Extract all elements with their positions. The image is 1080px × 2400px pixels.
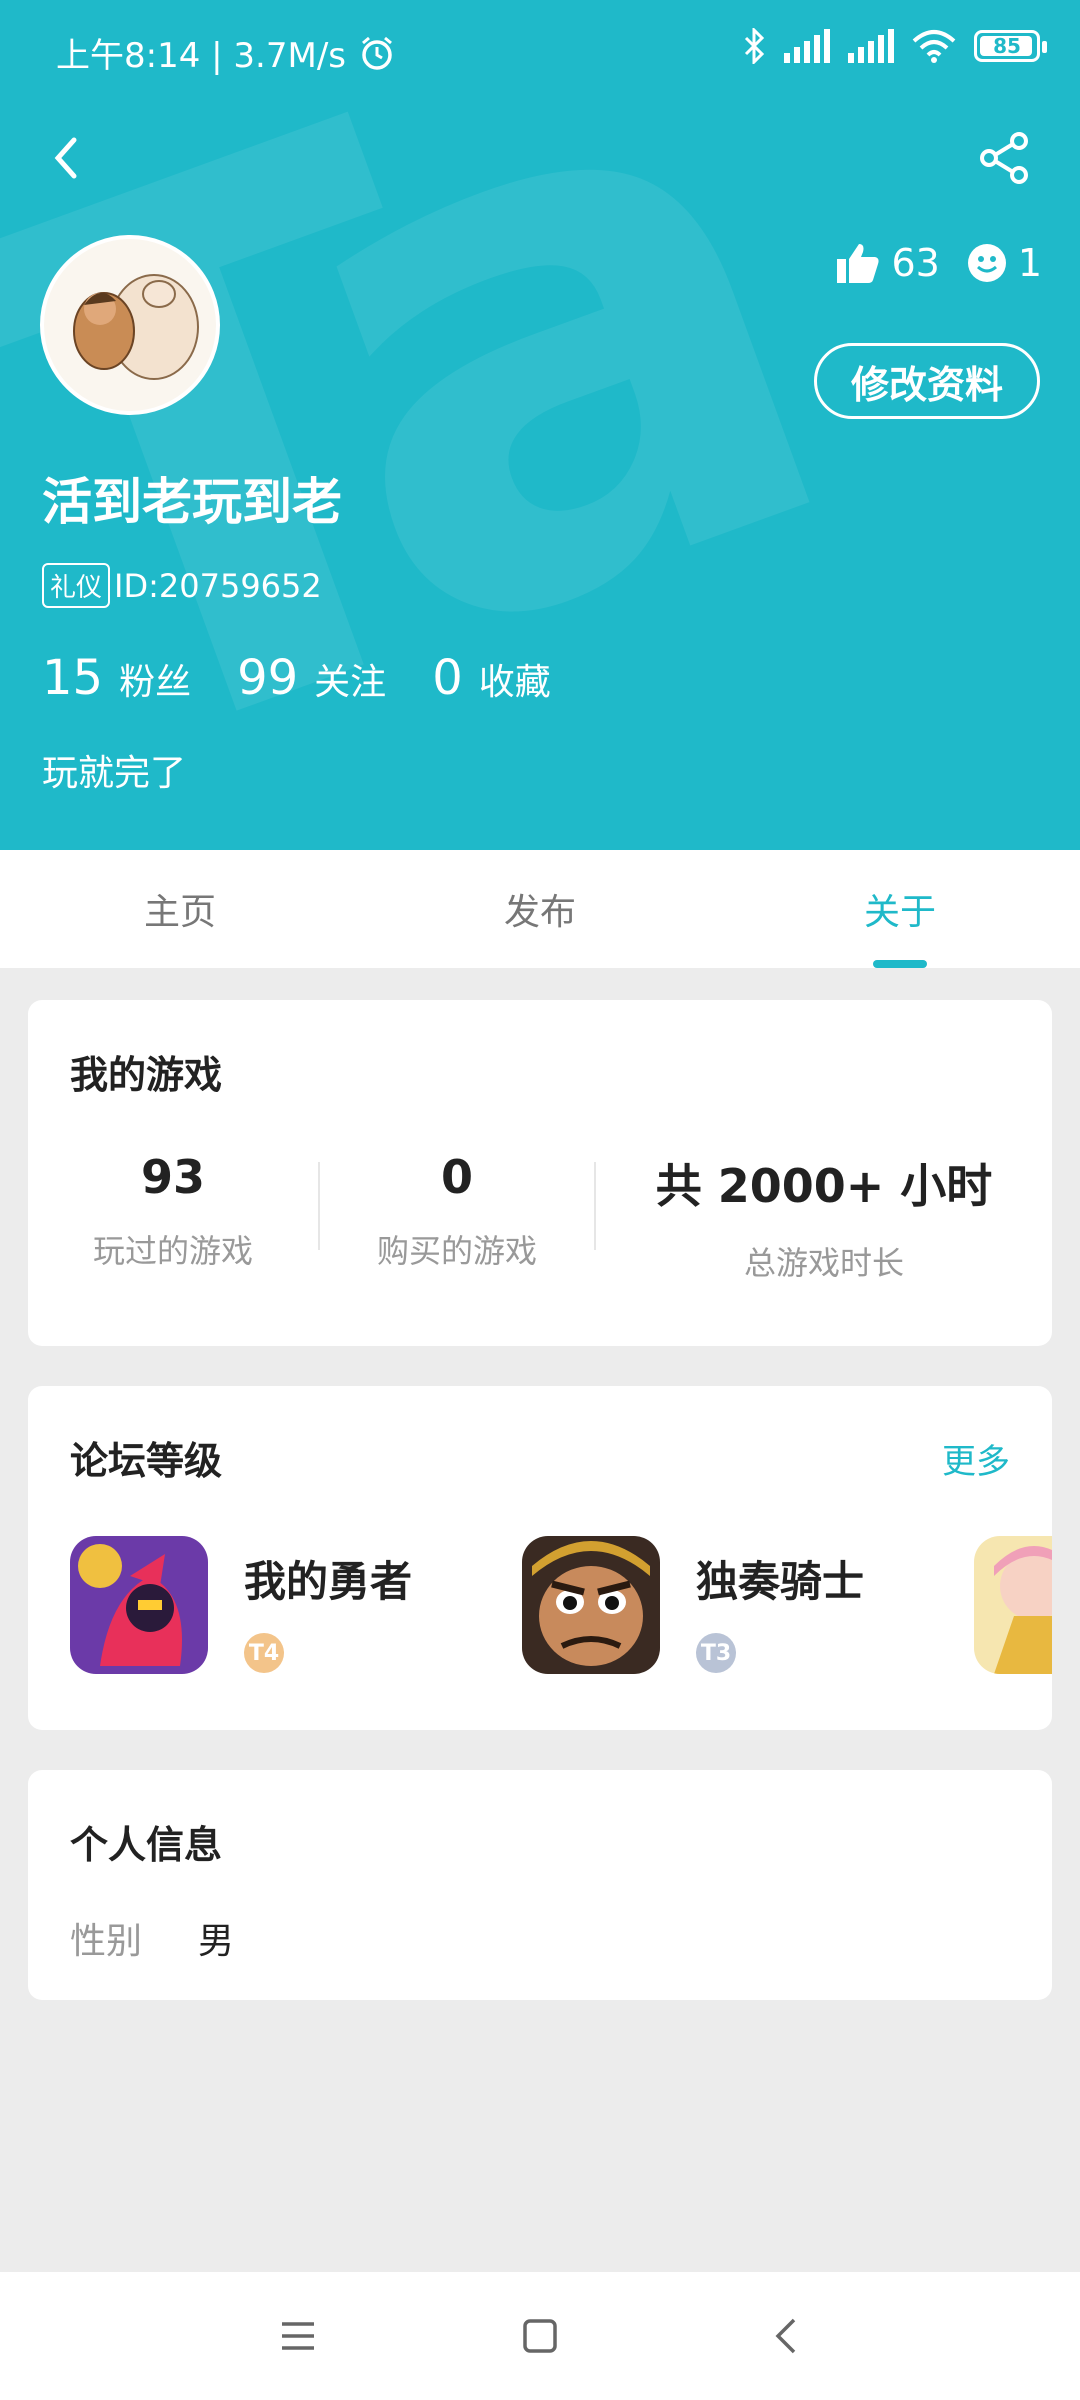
forum-name: 独奏骑士 bbox=[696, 1557, 865, 1606]
system-nav-bar bbox=[0, 2272, 1080, 2400]
tab-home[interactable]: 主页 bbox=[0, 850, 360, 968]
purchased-games-stat[interactable]: 0 购买的游戏 bbox=[320, 1150, 594, 1284]
back-arrow-icon[interactable] bbox=[38, 128, 98, 188]
personal-info-title: 个人信息 bbox=[70, 1823, 223, 1867]
forum-item[interactable] bbox=[974, 1536, 1052, 1674]
personal-info-card: 个人信息 性别 男 bbox=[28, 1770, 1052, 2000]
played-games-label: 玩过的游戏 bbox=[92, 1232, 253, 1270]
playtime-stat[interactable]: 共 2000+ 小时 总游戏时长 bbox=[596, 1150, 1052, 1284]
signal-icon bbox=[848, 29, 894, 63]
game-icon-partial bbox=[974, 1536, 1052, 1674]
status-bar: 上午8:14 | 3.7M/s 85 bbox=[0, 0, 1080, 100]
forum-name: 我的勇者 bbox=[244, 1557, 413, 1606]
profile-reactions: 63 1 bbox=[835, 240, 1042, 286]
my-games-card: 我的游戏 93 玩过的游戏 0 购买的游戏 共 2000+ 小时 总游戏时长 bbox=[28, 1000, 1052, 1346]
level-badge: T3 bbox=[696, 1633, 736, 1673]
share-icon[interactable] bbox=[974, 128, 1034, 188]
favorites-label[interactable]: 收藏 bbox=[479, 653, 551, 705]
signal-icon bbox=[784, 29, 830, 63]
purchased-games-value: 0 bbox=[440, 1150, 473, 1204]
purchased-games-label: 购买的游戏 bbox=[376, 1232, 537, 1270]
gender-label: 性别 bbox=[70, 1921, 143, 1962]
friends-count: 1 bbox=[1017, 241, 1042, 285]
etiquette-badge[interactable]: 礼仪 bbox=[42, 563, 111, 608]
home-square-icon[interactable] bbox=[518, 2314, 562, 2358]
gender-row: 性别 男 bbox=[70, 1912, 234, 1964]
forum-level-card: 论坛等级 更多 我的勇者 T4 独奏骑士 T3 bbox=[28, 1386, 1052, 1730]
menu-icon[interactable] bbox=[276, 2314, 320, 2358]
fans-count[interactable]: 15 bbox=[42, 650, 103, 706]
status-time-speed: 上午8:14 | 3.7M/s bbox=[56, 36, 346, 76]
forum-level-title: 论坛等级 bbox=[70, 1439, 223, 1483]
user-bio: 玩就完了 bbox=[42, 753, 187, 794]
more-link[interactable]: 更多 bbox=[942, 1434, 1010, 1483]
playtime-label: 总游戏时长 bbox=[743, 1244, 904, 1282]
user-id-row: 礼仪 ID:20759652 bbox=[42, 563, 322, 608]
likes-count: 63 bbox=[891, 241, 940, 285]
following-label[interactable]: 关注 bbox=[314, 653, 386, 705]
gender-value: 男 bbox=[198, 1921, 235, 1962]
bluetooth-icon bbox=[744, 28, 765, 64]
forum-item[interactable]: 独奏骑士 T3 bbox=[522, 1536, 864, 1674]
username: 活到老玩到老 bbox=[42, 473, 342, 531]
game-icon-soul-knight bbox=[522, 1536, 660, 1674]
played-games-stat[interactable]: 93 玩过的游戏 bbox=[28, 1150, 318, 1284]
follow-stats: 15 粉丝 99 关注 0 收藏 bbox=[42, 650, 597, 706]
smile-icon bbox=[967, 244, 1006, 282]
tab-about[interactable]: 关于 bbox=[720, 850, 1080, 968]
tab-posts[interactable]: 发布 bbox=[360, 850, 720, 968]
thumbs-up-icon bbox=[837, 244, 880, 283]
back-icon[interactable] bbox=[766, 2314, 810, 2358]
avatar[interactable] bbox=[40, 235, 220, 415]
played-games-value: 93 bbox=[140, 1150, 205, 1204]
forum-item[interactable]: 我的勇者 T4 bbox=[70, 1536, 412, 1674]
battery-level: 85 bbox=[993, 34, 1021, 58]
game-stats: 93 玩过的游戏 0 购买的游戏 共 2000+ 小时 总游戏时长 bbox=[28, 1150, 1052, 1284]
header-watermark: Ta bbox=[0, 0, 884, 850]
battery-icon: 85 bbox=[974, 30, 1047, 62]
game-icon-my-hero bbox=[70, 1536, 208, 1674]
playtime-value: 共 2000+ 小时 bbox=[655, 1159, 993, 1213]
following-count[interactable]: 99 bbox=[237, 650, 298, 706]
fans-label[interactable]: 粉丝 bbox=[119, 653, 191, 705]
avatar-image bbox=[44, 239, 216, 411]
alarm-icon bbox=[362, 36, 392, 70]
edit-profile-button[interactable]: 修改资料 bbox=[814, 343, 1040, 419]
level-badge: T4 bbox=[244, 1633, 284, 1673]
user-id: ID:20759652 bbox=[114, 566, 322, 605]
profile-tabs: 主页 发布 关于 bbox=[0, 850, 1080, 968]
profile-header: Ta 上午8:14 | 3.7M/s 85 63 1 修改资料 活到老玩到老 礼… bbox=[0, 0, 1080, 850]
favorites-count[interactable]: 0 bbox=[432, 650, 463, 706]
my-games-title: 我的游戏 bbox=[70, 1053, 223, 1097]
wifi-icon bbox=[912, 30, 956, 63]
